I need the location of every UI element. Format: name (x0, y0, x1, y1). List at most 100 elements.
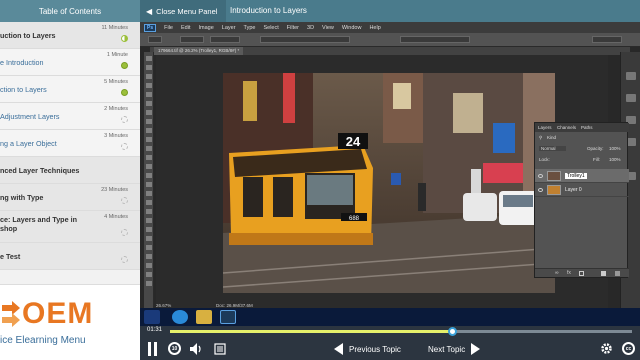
internet-explorer-icon[interactable] (172, 310, 188, 324)
close-menu-panel-button[interactable]: ◀ Close Menu Panel (140, 0, 226, 22)
seek-bar[interactable] (170, 327, 632, 336)
menu-item[interactable]: 3D (307, 25, 314, 31)
toc-item-duration: 2 Minutes (104, 106, 128, 112)
document-tab-bar: 179664.tif @ 26.2% (Trolley1, RGB/8#) * (150, 47, 630, 55)
menu-item[interactable]: Layer (222, 25, 236, 31)
pause-icon[interactable] (148, 342, 158, 356)
seek-handle[interactable] (447, 327, 457, 336)
tab-paths[interactable]: Paths (581, 125, 593, 130)
menu-item[interactable]: Edit (181, 25, 190, 31)
progress-status-icon (121, 62, 128, 69)
volume-icon[interactable] (190, 343, 202, 355)
fill-label: Fill: (593, 157, 600, 162)
toc-section[interactable]: nced Layer Techniques (0, 157, 140, 184)
tool-icon[interactable] (146, 263, 152, 268)
new-layer-icon[interactable] (601, 271, 606, 276)
toc-topic[interactable]: ction to Layers 5 Minutes (0, 76, 140, 103)
menu-item[interactable]: View (322, 25, 334, 31)
visibility-eye-icon[interactable] (538, 174, 543, 178)
tool-icon[interactable] (146, 137, 152, 142)
tool-icon[interactable] (146, 272, 152, 277)
tool-icon[interactable] (146, 146, 152, 151)
tab-channels[interactable]: Channels (557, 125, 576, 130)
tool-icon[interactable] (146, 65, 152, 70)
toc-section[interactable]: ce: Layers and Type in shop 4 Minutes (0, 211, 140, 243)
menu-item[interactable]: Filter (287, 25, 299, 31)
file-explorer-icon[interactable] (196, 310, 212, 324)
tool-icon[interactable] (146, 227, 152, 232)
filter-kind-select[interactable]: Kind (547, 135, 556, 140)
tool-icon[interactable] (146, 200, 152, 205)
photoshop-window: Ps File Edit Image Layer Type Select Fil… (140, 22, 640, 308)
transform-controls-checkbox[interactable] (210, 36, 240, 43)
tool-icon[interactable] (146, 83, 152, 88)
menu-item[interactable]: Window (342, 25, 362, 31)
photoshop-taskbar-icon[interactable] (220, 310, 236, 324)
menu-item[interactable]: Help (369, 25, 380, 31)
3d-mode-buttons[interactable] (400, 36, 470, 43)
toc-topic[interactable]: e Introduction 1 Minute (0, 49, 140, 76)
tool-icon[interactable] (146, 236, 152, 241)
tool-icon[interactable] (146, 164, 152, 169)
tool-icon[interactable] (146, 119, 152, 124)
next-topic-label: Next Topic (428, 344, 466, 354)
history-panel-icon[interactable] (626, 72, 636, 80)
trash-icon[interactable] (615, 271, 620, 276)
fill-input[interactable]: 100% (609, 157, 621, 162)
tool-icon[interactable] (146, 209, 152, 214)
progress-status-icon (121, 116, 128, 123)
align-buttons[interactable] (260, 36, 350, 43)
closed-captions-icon[interactable]: cc (622, 342, 635, 355)
tool-icon[interactable] (146, 254, 152, 259)
tab-layers[interactable]: Layers (538, 125, 552, 130)
toc-topic[interactable]: ng a Layer Object 3 Minutes (0, 130, 140, 157)
start-button-icon[interactable] (144, 310, 160, 324)
tool-preset-picker[interactable] (148, 36, 162, 43)
link-layers-icon[interactable]: ∞ (555, 270, 559, 276)
tool-icon[interactable] (146, 281, 152, 286)
layer-name-input[interactable]: Trolley1 (565, 173, 587, 179)
toc-item-label: uction to Layers (0, 31, 56, 40)
workspace-switcher[interactable] (592, 36, 622, 43)
toc-section[interactable]: ng with Type 23 Minutes (0, 184, 140, 211)
tool-icon[interactable] (146, 101, 152, 106)
progress-status-icon (121, 197, 128, 204)
tool-icon[interactable] (146, 128, 152, 133)
menu-item[interactable]: Select (263, 25, 278, 31)
tool-icon[interactable] (146, 155, 152, 160)
opacity-input[interactable]: 100% (609, 146, 621, 151)
menu-item[interactable]: File (164, 25, 173, 31)
layer-row-trolley[interactable]: Trolley1 (535, 169, 629, 183)
properties-panel-icon[interactable] (626, 94, 636, 102)
toc-topic[interactable]: Adjustment Layers 2 Minutes (0, 103, 140, 130)
toc-section[interactable]: uction to Layers 11 Minutes (0, 22, 140, 49)
blend-mode-select[interactable]: Normal (539, 146, 566, 151)
layer-row-layer0[interactable]: Layer 0 (535, 183, 629, 197)
tool-icon[interactable] (146, 245, 152, 250)
menu-item[interactable]: Type (244, 25, 256, 31)
previous-topic-button[interactable]: Previous Topic (334, 342, 401, 356)
tool-icon[interactable] (146, 182, 152, 187)
toc-item-label: e Introduction (0, 58, 44, 67)
auto-select-dropdown[interactable] (180, 36, 204, 43)
visibility-eye-icon[interactable] (538, 188, 543, 192)
tool-icon[interactable] (146, 173, 152, 178)
toc-item-label: e Test (0, 252, 21, 261)
tool-icon[interactable] (146, 92, 152, 97)
transcript-icon[interactable] (214, 343, 226, 355)
tool-icon[interactable] (146, 56, 152, 61)
next-topic-button[interactable]: Next Topic (428, 342, 481, 356)
table-of-contents-panel: Table of Contents uction to Layers 11 Min… (0, 0, 140, 360)
settings-gear-icon[interactable] (600, 342, 613, 355)
mask-icon[interactable] (579, 271, 584, 276)
fx-icon[interactable]: fx (567, 270, 571, 276)
menu-item[interactable]: Image (198, 25, 213, 31)
tool-icon[interactable] (146, 74, 152, 79)
replay-10-icon[interactable]: 10 (168, 342, 181, 355)
tool-icon[interactable] (146, 110, 152, 115)
tool-icon[interactable] (146, 191, 152, 196)
layer-thumbnail (547, 171, 561, 181)
toc-section[interactable]: e Test (0, 243, 140, 270)
tool-icon[interactable] (146, 218, 152, 223)
document-tab[interactable]: 179664.tif @ 26.2% (Trolley1, RGB/8#) * (154, 47, 244, 55)
